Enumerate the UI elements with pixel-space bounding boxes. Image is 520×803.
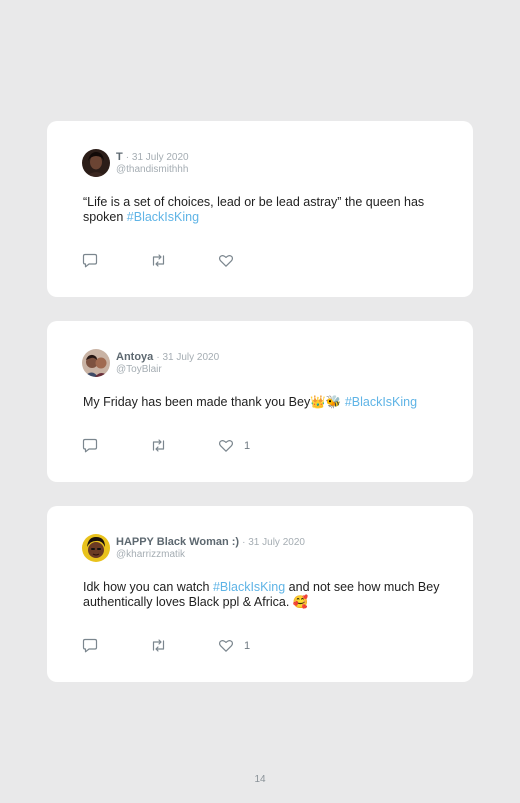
tweet-text: Idk how you can watch #BlackIsKing and n…	[83, 580, 443, 610]
heart-icon	[219, 439, 233, 452]
tweet-text-body: My Friday has been made thank you Bey👑🐝	[83, 395, 345, 409]
heart-icon	[219, 254, 233, 267]
retweet-button[interactable]	[150, 438, 167, 453]
reply-button[interactable]	[82, 253, 98, 268]
avatar[interactable]	[82, 534, 110, 562]
hashtag-link[interactable]: #BlackIsKing	[345, 395, 417, 409]
retweet-icon	[152, 254, 165, 267]
hashtag-link[interactable]: #BlackIsKing	[127, 210, 199, 224]
tweet-card: T · 31 July 2020 @thandismithhh “Life is…	[47, 121, 473, 297]
author-name[interactable]: T	[116, 151, 123, 163]
reply-icon	[82, 253, 98, 268]
like-button[interactable]: 1	[218, 638, 250, 653]
like-count: 1	[244, 639, 251, 652]
tweet-card: HAPPY Black Woman :) · 31 July 2020 @kha…	[47, 506, 473, 682]
reply-button[interactable]	[82, 438, 98, 453]
retweet-button[interactable]	[150, 638, 167, 653]
tweet-meta: HAPPY Black Woman :) · 31 July 2020 @kha…	[116, 536, 305, 561]
like-count: 1	[244, 439, 251, 452]
author-handle[interactable]: @thandismithhh	[116, 164, 189, 176]
tweet-header: Antoya · 31 July 2020 @ToyBlair	[82, 348, 219, 378]
avatar[interactable]	[82, 349, 110, 377]
author-handle[interactable]: @ToyBlair	[116, 364, 219, 376]
tweet-date[interactable]: · 31 July 2020	[156, 352, 219, 363]
tweet-text-body: Idk how you can watch	[83, 580, 213, 594]
reply-button[interactable]	[82, 638, 98, 653]
tweet-text: My Friday has been made thank you Bey👑🐝 …	[83, 395, 443, 410]
tweet-meta: Antoya · 31 July 2020 @ToyBlair	[116, 351, 219, 376]
tweet-meta: T · 31 July 2020 @thandismithhh	[116, 151, 189, 176]
reply-icon	[82, 438, 98, 453]
page-number: 14	[254, 774, 266, 785]
hashtag-link[interactable]: #BlackIsKing	[213, 580, 285, 594]
author-name[interactable]: HAPPY Black Woman :)	[116, 536, 239, 548]
tweet-header: T · 31 July 2020 @thandismithhh	[82, 148, 189, 178]
author-handle[interactable]: @kharrizzmatik	[116, 549, 305, 561]
tweet-header: HAPPY Black Woman :) · 31 July 2020 @kha…	[82, 533, 305, 563]
tweet-text: “Life is a set of choices, lead or be le…	[83, 195, 443, 225]
like-button[interactable]: 1	[218, 438, 250, 453]
tweet-card: Antoya · 31 July 2020 @ToyBlair My Frida…	[47, 321, 473, 482]
reply-icon	[82, 638, 98, 653]
tweet-date[interactable]: · 31 July 2020	[242, 537, 305, 548]
heart-icon	[219, 639, 233, 652]
retweet-icon	[152, 639, 165, 652]
avatar[interactable]	[82, 149, 110, 177]
author-name[interactable]: Antoya	[116, 351, 153, 363]
retweet-button[interactable]	[150, 253, 167, 268]
like-button[interactable]	[218, 253, 244, 268]
tweet-date[interactable]: · 31 July 2020	[126, 152, 189, 163]
retweet-icon	[152, 439, 165, 452]
